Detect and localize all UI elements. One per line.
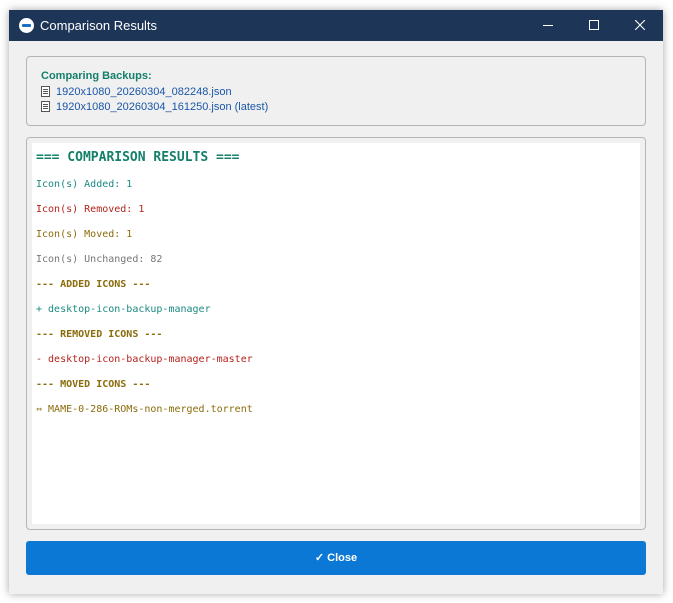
moved-icon-item: ⇔ MAME-0-286-ROMs-non-merged.torrent xyxy=(36,404,253,415)
added-icons-header: --- ADDED ICONS --- xyxy=(36,279,151,290)
results-panel: === COMPARISON RESULTS === Icon(s) Added… xyxy=(26,137,646,530)
maximize-icon xyxy=(589,20,599,30)
document-icon xyxy=(41,101,50,112)
maximize-button[interactable] xyxy=(571,10,617,41)
close-window-button[interactable] xyxy=(617,10,663,41)
backup-file-name: 1920x1080_20260304_161250.json (latest) xyxy=(56,101,269,113)
removed-icon-item: - desktop-icon-backup-manager-master xyxy=(36,354,253,365)
close-icon xyxy=(635,20,645,30)
app-icon xyxy=(19,18,34,33)
close-button[interactable]: ✓ Close xyxy=(26,541,646,575)
window-title: Comparison Results xyxy=(40,18,158,33)
results-textbox[interactable]: === COMPARISON RESULTS === Icon(s) Added… xyxy=(32,143,640,524)
comparison-results-window: Comparison Results Comparing Backups: 19… xyxy=(9,10,663,594)
minimize-button[interactable] xyxy=(525,10,571,41)
backup-file-name: 1920x1080_20260304_082248.json xyxy=(56,86,232,98)
removed-icons-header: --- REMOVED ICONS --- xyxy=(36,329,163,340)
added-summary: Icon(s) Added: 1 xyxy=(36,179,133,190)
unchanged-summary: Icon(s) Unchanged: 82 xyxy=(36,254,163,265)
comparing-backups-panel: Comparing Backups: 1920x1080_20260304_08… xyxy=(26,56,646,126)
comparing-heading: Comparing Backups: xyxy=(41,70,152,82)
removed-summary: Icon(s) Removed: 1 xyxy=(36,204,145,215)
moved-icons-header: --- MOVED ICONS --- xyxy=(36,379,151,390)
minimize-icon xyxy=(543,25,553,26)
results-title: === COMPARISON RESULTS === xyxy=(36,150,240,165)
moved-summary: Icon(s) Moved: 1 xyxy=(36,229,133,240)
added-icon-item: + desktop-icon-backup-manager xyxy=(36,304,211,315)
title-bar[interactable]: Comparison Results xyxy=(9,10,663,41)
document-icon xyxy=(41,86,50,97)
